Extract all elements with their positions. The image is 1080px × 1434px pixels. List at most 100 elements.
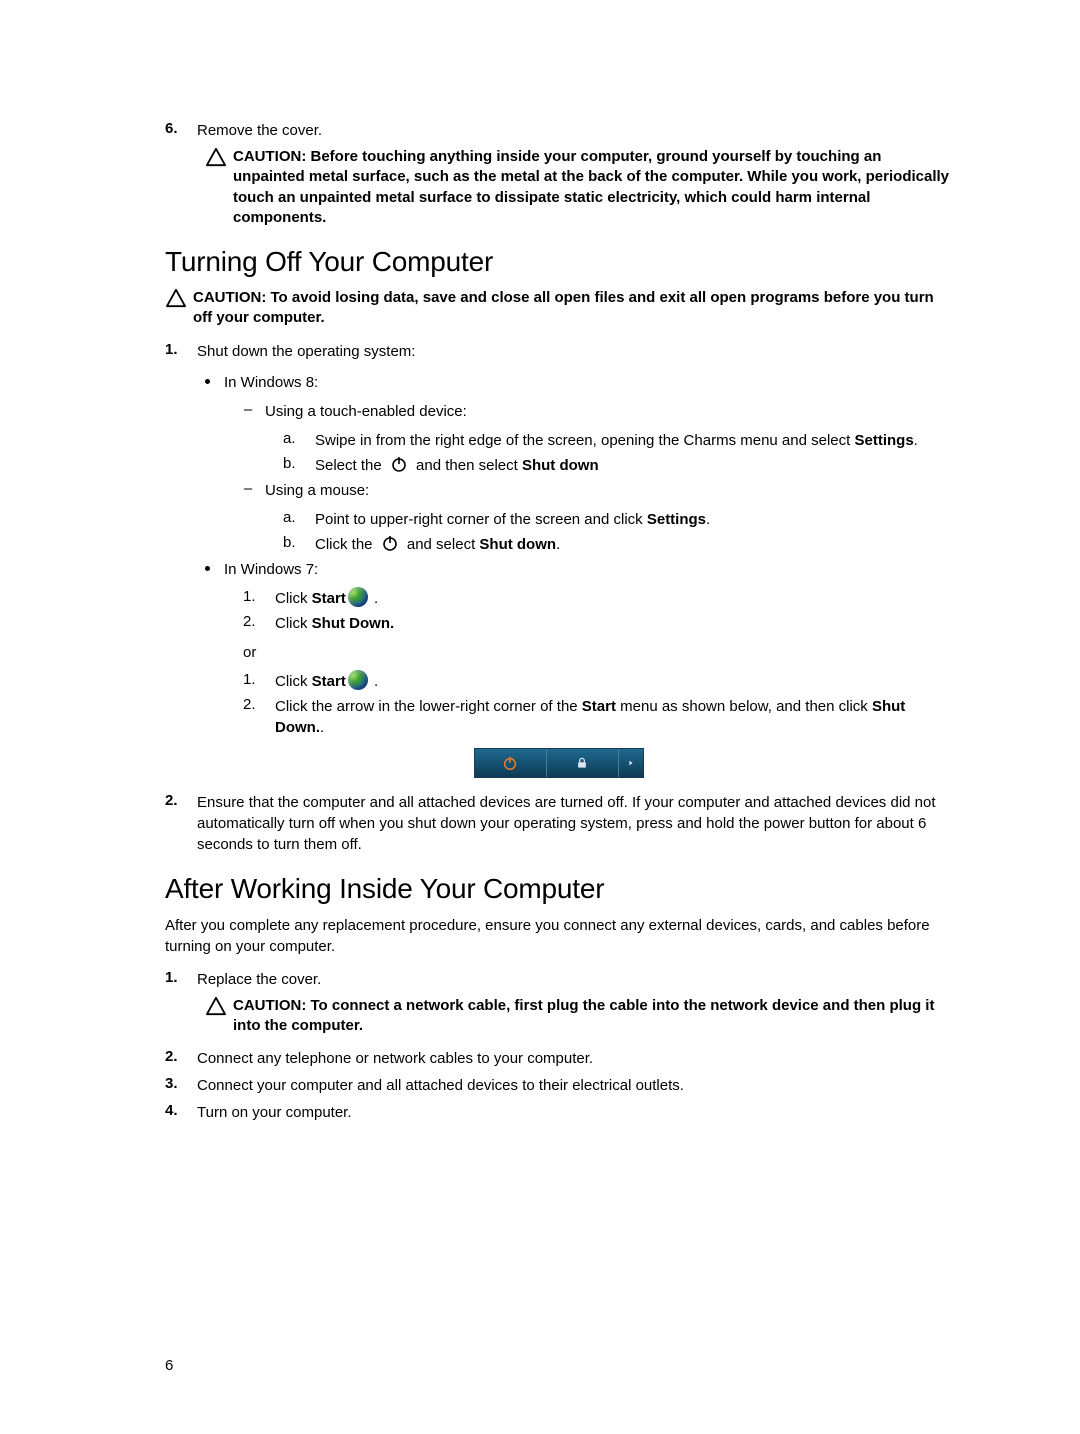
- substep-1-click-start: 1. Click Start .: [243, 588, 952, 609]
- text: menu as shown below, and then click: [616, 698, 872, 715]
- after-step-2: 2. Connect any telephone or network cabl…: [165, 1048, 952, 1069]
- text: .: [370, 673, 378, 690]
- lock-segment: [547, 749, 619, 777]
- text: .: [320, 719, 324, 736]
- substep-b-select-power: b. Select the and then select Shut down: [283, 455, 952, 476]
- step-text: Connect any telephone or network cables …: [197, 1048, 952, 1069]
- dash-text: Using a mouse:: [265, 480, 369, 501]
- substep-mark: b.: [283, 455, 301, 472]
- bold-settings: Settings: [854, 432, 913, 449]
- power-segment: [475, 749, 547, 777]
- substep-text: Click Shut Down.: [275, 613, 394, 634]
- substep-mark: 1.: [243, 671, 261, 688]
- substep-text: Point to upper-right corner of the scree…: [315, 509, 710, 530]
- step-text: Connect your computer and all attached d…: [197, 1075, 952, 1096]
- paragraph-after: After you complete any replacement proce…: [165, 915, 952, 957]
- step-text: Replace the cover.: [197, 969, 952, 990]
- step-number: 2.: [165, 792, 185, 809]
- substep-mark: b.: [283, 534, 301, 551]
- page-number: 6: [165, 1357, 173, 1374]
- step-number: 4.: [165, 1102, 185, 1119]
- dash-touch-device: – Using a touch-enabled device:: [243, 401, 952, 422]
- step-6: 6. Remove the cover.: [165, 120, 952, 141]
- dash-icon: –: [243, 480, 253, 497]
- substep-text: Click the arrow in the lower-right corne…: [275, 696, 952, 738]
- start-orb-icon: [348, 587, 368, 607]
- caution-block-1: CAUTION: Before touching anything inside…: [205, 147, 952, 228]
- document-page: 6. Remove the cover. CAUTION: Before tou…: [0, 0, 1080, 1189]
- heading-after-working: After Working Inside Your Computer: [165, 873, 952, 905]
- text: .: [370, 590, 378, 607]
- power-icon: [390, 455, 408, 473]
- text: .: [556, 536, 560, 553]
- substep-mark: a.: [283, 430, 301, 447]
- step-text: Remove the cover.: [197, 120, 952, 141]
- dash-icon: –: [243, 401, 253, 418]
- substep-a-point: a. Point to upper-right corner of the sc…: [283, 509, 952, 530]
- step-text: Shut down the operating system:: [197, 341, 952, 362]
- text: .: [706, 511, 710, 528]
- caution-icon: [205, 147, 227, 167]
- start-orb-icon: [348, 670, 368, 690]
- bold-shutdown: Shut down: [522, 457, 599, 474]
- bold-start: Start: [582, 698, 616, 715]
- text: Click: [275, 615, 312, 632]
- substep-mark: 2.: [243, 696, 261, 713]
- text: Swipe in from the right edge of the scre…: [315, 432, 854, 449]
- after-step-3: 3. Connect your computer and all attache…: [165, 1075, 952, 1096]
- caution-text: CAUTION: To avoid losing data, save and …: [193, 288, 952, 329]
- after-step-1: 1. Replace the cover.: [165, 969, 952, 990]
- bold-shutdown: Shut Down.: [312, 615, 395, 632]
- bold-start: Start: [312, 673, 346, 690]
- caution-block-2: CAUTION: To avoid losing data, save and …: [165, 288, 952, 329]
- or-text: or: [243, 644, 952, 661]
- bold-settings: Settings: [647, 511, 706, 528]
- arrow-segment: [619, 749, 643, 777]
- substep-text: Select the and then select Shut down: [315, 455, 599, 476]
- text: and then select: [412, 457, 522, 474]
- bullet-windows-7: In Windows 7:: [205, 559, 952, 580]
- text: Select the: [315, 457, 386, 474]
- power-icon: [381, 534, 399, 552]
- substep-text: Click the and select Shut down.: [315, 534, 560, 555]
- substep-mark: a.: [283, 509, 301, 526]
- bold-start: Start: [312, 590, 346, 607]
- text: Click: [275, 590, 312, 607]
- bullet-text: In Windows 8:: [224, 372, 318, 393]
- substep-2-click-shutdown: 2. Click Shut Down.: [243, 613, 952, 634]
- step-2-ensure-off: 2. Ensure that the computer and all atta…: [165, 792, 952, 855]
- bold-shutdown: Shut down: [479, 536, 556, 553]
- caution-text: CAUTION: Before touching anything inside…: [233, 147, 952, 228]
- caution-text: CAUTION: To connect a network cable, fir…: [233, 996, 952, 1037]
- substep-text: Click Start .: [275, 671, 378, 692]
- after-step-4: 4. Turn on your computer.: [165, 1102, 952, 1123]
- substep-mark: 2.: [243, 613, 261, 630]
- bullet-icon: [205, 566, 210, 571]
- substep-text: Swipe in from the right edge of the scre…: [315, 430, 918, 451]
- bullet-windows-8: In Windows 8:: [205, 372, 952, 393]
- text: and select: [403, 536, 480, 553]
- step-number: 6.: [165, 120, 185, 137]
- step-text: Turn on your computer.: [197, 1102, 952, 1123]
- bullet-icon: [205, 379, 210, 384]
- step-text: Ensure that the computer and all attache…: [197, 792, 952, 855]
- substep-1b-click-start: 1. Click Start .: [243, 671, 952, 692]
- substep-mark: 1.: [243, 588, 261, 605]
- shutdown-menu-image: [474, 748, 644, 778]
- heading-turning-off: Turning Off Your Computer: [165, 246, 952, 278]
- dash-text: Using a touch-enabled device:: [265, 401, 467, 422]
- step-number: 3.: [165, 1075, 185, 1092]
- dash-mouse: – Using a mouse:: [243, 480, 952, 501]
- caution-icon: [205, 996, 227, 1016]
- substep-a-swipe: a. Swipe in from the right edge of the s…: [283, 430, 952, 451]
- step-1-shutdown: 1. Shut down the operating system:: [165, 341, 952, 362]
- caution-block-3: CAUTION: To connect a network cable, fir…: [205, 996, 952, 1037]
- step-number: 1.: [165, 969, 185, 986]
- substep-text: Click Start .: [275, 588, 378, 609]
- caution-icon: [165, 288, 187, 308]
- bullet-text: In Windows 7:: [224, 559, 318, 580]
- text: Point to upper-right corner of the scree…: [315, 511, 647, 528]
- substep-2b-click-arrow: 2. Click the arrow in the lower-right co…: [243, 696, 952, 738]
- text: Click: [275, 673, 312, 690]
- substep-b-click-power: b. Click the and select Shut down.: [283, 534, 952, 555]
